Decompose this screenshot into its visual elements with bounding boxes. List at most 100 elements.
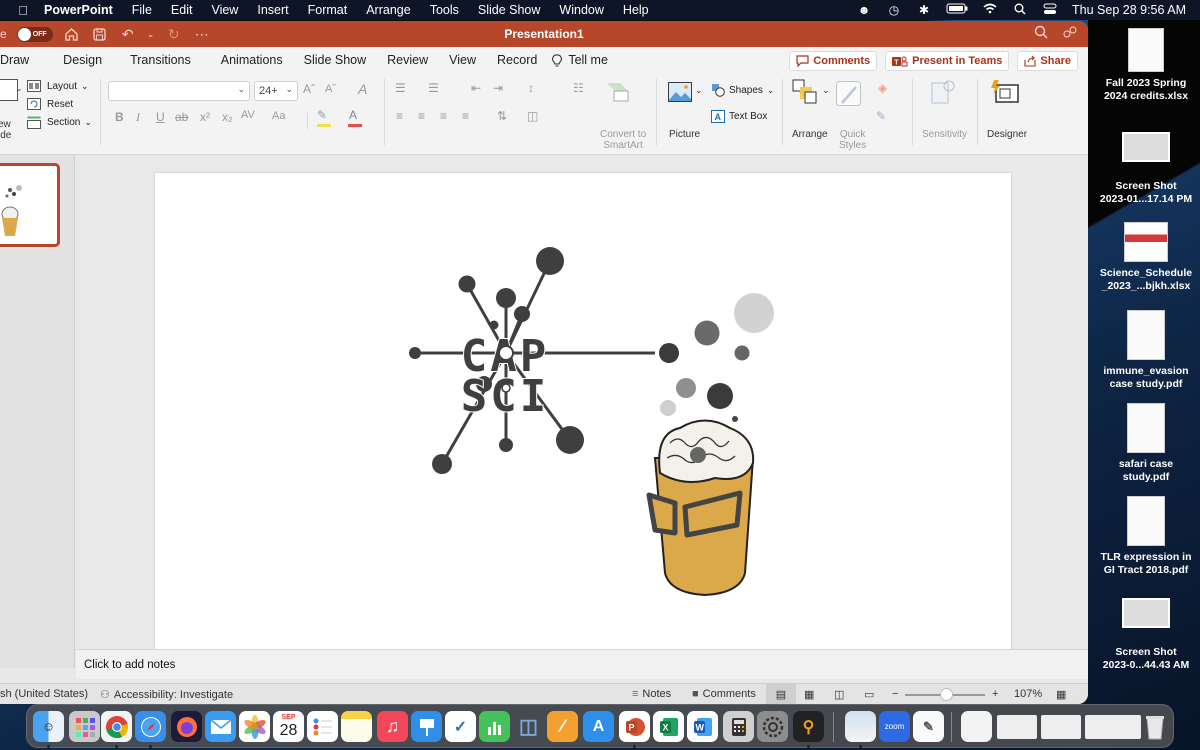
change-case-button[interactable]: Aa xyxy=(272,110,285,122)
tab-review[interactable]: Review xyxy=(377,53,439,67)
desktop-file-immune-evasion[interactable]: immune_evasion case study.pdf xyxy=(1092,310,1200,391)
dock-textedit-icon[interactable]: ✎ xyxy=(913,711,944,742)
comments-button[interactable]: Comments xyxy=(789,51,878,71)
dock-music-icon[interactable]: ♫ xyxy=(377,711,408,742)
desktop-file-tlr-expression[interactable]: TLR expression in GI Tract 2018.pdf xyxy=(1092,496,1200,577)
subscript-button[interactable]: x₂ xyxy=(222,110,233,124)
sensitivity-icon[interactable] xyxy=(930,79,956,105)
tab-record[interactable]: Record xyxy=(487,53,548,67)
menu-file[interactable]: File xyxy=(132,3,152,17)
present-in-teams-button[interactable]: T Present in Teams xyxy=(885,51,1010,71)
dock-preview-icon[interactable] xyxy=(845,711,876,742)
control-center-icon[interactable] xyxy=(1042,3,1058,17)
tab-design[interactable]: Design xyxy=(40,53,113,67)
dock-pages-icon[interactable]: ∕ xyxy=(547,711,578,742)
dock-finder-icon[interactable]: ☺ xyxy=(33,711,64,742)
battery-charging-icon[interactable] xyxy=(946,3,968,17)
dock-zoom-icon[interactable]: zoom xyxy=(879,711,910,742)
zoom-out-button[interactable]: − xyxy=(892,688,898,700)
dock-calculator-icon[interactable] xyxy=(723,711,754,742)
designer-icon[interactable] xyxy=(990,79,1020,105)
desktop-file-science-schedule[interactable]: Science_Schedule _2023_...bjkh.xlsx xyxy=(1092,222,1200,293)
quick-styles-label[interactable]: Quick Styles xyxy=(839,129,866,151)
spotlight-search-icon[interactable] xyxy=(1012,3,1028,17)
picture-dropdown-icon[interactable]: ⌄ xyxy=(695,85,703,96)
picture-icon[interactable] xyxy=(668,82,692,102)
bluetooth-icon[interactable]: ✱ xyxy=(916,3,932,17)
reading-view-button[interactable]: ◫ xyxy=(834,688,844,701)
dock-screenshot-stack-4[interactable] xyxy=(1101,715,1141,739)
increase-font-size-button[interactable]: Aˆ xyxy=(303,82,315,96)
tell-me-search[interactable]: Tell me xyxy=(548,53,619,67)
decrease-indent-button[interactable]: ⇤ xyxy=(471,81,481,95)
menu-slide-show[interactable]: Slide Show xyxy=(478,3,541,17)
dock-photos-icon[interactable] xyxy=(239,711,270,742)
dock-keychain-access-icon[interactable]: ⚲ xyxy=(793,711,824,742)
menu-tools[interactable]: Tools xyxy=(430,3,459,17)
dock-downloads-stack-icon[interactable] xyxy=(961,711,992,742)
menu-app-name[interactable]: PowerPoint xyxy=(44,3,113,17)
dock-powerpoint-icon[interactable]: P xyxy=(619,711,650,742)
numbering-button[interactable]: ☰ xyxy=(428,81,439,95)
share-people-icon[interactable] xyxy=(1062,25,1078,42)
dock-reminders-icon[interactable] xyxy=(307,711,338,742)
tab-slide-show[interactable]: Slide Show xyxy=(294,53,378,67)
search-icon[interactable] xyxy=(1034,25,1048,42)
menu-view[interactable]: View xyxy=(211,3,238,17)
dock-chrome-icon[interactable] xyxy=(101,711,132,742)
justify-button[interactable]: ≡ xyxy=(462,109,469,123)
slide-1[interactable]: CAP SCI xyxy=(155,173,1011,654)
arrange-icon[interactable] xyxy=(792,79,820,105)
tab-transitions[interactable]: Transitions xyxy=(113,53,202,67)
dock-screenshot-stack-2[interactable] xyxy=(1041,715,1081,739)
dock-screenshot-stack-1[interactable] xyxy=(997,715,1037,739)
decrease-font-size-button[interactable]: Aˇ xyxy=(325,83,336,95)
italic-button[interactable]: I xyxy=(136,110,140,125)
shapes-button[interactable]: Shapes ⌄ xyxy=(711,83,774,97)
picture-label[interactable]: Picture xyxy=(669,129,700,140)
apple-menu-icon[interactable]:  xyxy=(14,3,32,18)
text-direction-button[interactable]: ⇅ xyxy=(497,109,507,123)
dock-freeform-icon[interactable]: ✓ xyxy=(445,711,476,742)
desktop-file-fall-2023-credits[interactable]: Fall 2023 Spring 2024 credits.xlsx xyxy=(1092,28,1200,103)
bold-button[interactable]: B xyxy=(115,110,124,124)
superscript-button[interactable]: x² xyxy=(200,110,210,124)
menu-insert[interactable]: Insert xyxy=(257,3,288,17)
menubar-clock[interactable]: Thu Sep 28 9:56 AM xyxy=(1072,3,1186,17)
tab-animations[interactable]: Animations xyxy=(202,53,294,67)
layout-button[interactable]: Layout ⌄ xyxy=(27,80,89,92)
section-button[interactable]: Section ⌄ xyxy=(27,116,92,129)
dock-numbers-icon[interactable] xyxy=(479,711,510,742)
align-left-button[interactable]: ≡ xyxy=(396,109,403,123)
capsci-logo[interactable]: CAP SCI xyxy=(409,247,655,474)
menu-format[interactable]: Format xyxy=(308,3,348,17)
dock-trash-icon[interactable] xyxy=(1139,711,1170,742)
share-button[interactable]: Share xyxy=(1017,51,1078,71)
arrange-dropdown-icon[interactable]: ⌄ xyxy=(822,85,830,96)
clear-formatting-button[interactable]: A xyxy=(358,81,367,97)
normal-view-button[interactable]: ▤ xyxy=(766,684,796,704)
align-text-button[interactable]: ◫ xyxy=(527,109,538,123)
dock-mirror-app-icon[interactable]: ◫ xyxy=(513,711,544,742)
shape-fill-button[interactable]: ◈ xyxy=(878,81,887,95)
dock-keynote-icon[interactable] xyxy=(411,711,442,742)
dock-system-settings-icon[interactable] xyxy=(757,711,788,742)
accessibility-status[interactable]: ⚇ Accessibility: Investigate xyxy=(100,688,233,702)
dock-firefox-icon[interactable] xyxy=(171,711,202,742)
increase-indent-button[interactable]: ⇥ xyxy=(493,81,503,95)
dock-calendar-icon[interactable]: SEP 28 xyxy=(273,711,304,742)
menu-arrange[interactable]: Arrange xyxy=(366,3,410,17)
text-box-button[interactable]: A Text Box xyxy=(711,110,767,123)
sensitivity-label[interactable]: Sensitivity xyxy=(922,129,967,140)
zoom-in-button[interactable]: + xyxy=(992,688,998,700)
reset-button[interactable]: Reset xyxy=(27,98,73,110)
slide-thumbnail-1[interactable] xyxy=(0,163,60,247)
menu-edit[interactable]: Edit xyxy=(171,3,193,17)
align-center-button[interactable]: ≡ xyxy=(418,109,425,123)
slideshow-view-button[interactable]: ▭ xyxy=(864,688,874,701)
quick-styles-icon[interactable] xyxy=(836,81,862,107)
tab-view[interactable]: View xyxy=(439,53,487,67)
character-spacing-button[interactable]: AV xyxy=(241,109,255,121)
desktop-file-safari-case-study[interactable]: safari case study.pdf xyxy=(1092,403,1200,484)
menu-window[interactable]: Window xyxy=(559,3,603,17)
